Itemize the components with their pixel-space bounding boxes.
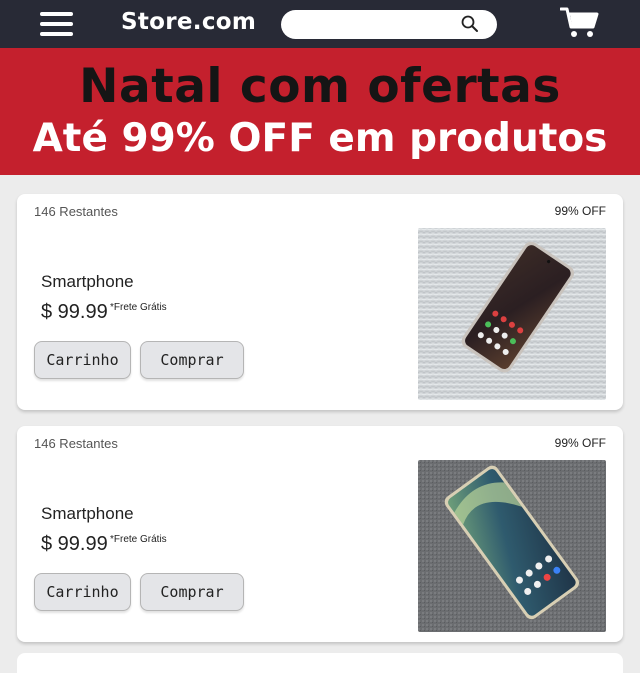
product-name: Smartphone: [41, 272, 134, 291]
product-image[interactable]: [418, 460, 606, 632]
free-shipping-note: *Frete Grátis: [110, 302, 167, 313]
top-nav-bar: Store.com: [0, 0, 640, 48]
stock-remaining: 146 Restantes: [34, 204, 118, 219]
banner-title: Natal com ofertas: [79, 59, 561, 114]
banner-subtitle: Até 99% OFF em produtos: [32, 116, 608, 161]
search-icon[interactable]: [460, 14, 480, 34]
product-card: 146 Restantes 99% OFF Smartphone $ 99.99…: [17, 426, 623, 642]
discount-badge: 99% OFF: [554, 204, 606, 218]
buy-button[interactable]: Comprar: [140, 341, 244, 379]
promo-banner: Natal com ofertas Até 99% OFF em produto…: [0, 48, 640, 175]
product-price: $ 99.99: [41, 301, 108, 323]
stock-remaining: 146 Restantes: [34, 436, 118, 451]
buy-button[interactable]: Comprar: [140, 573, 244, 611]
product-card-partial: [17, 653, 623, 673]
shopping-cart-icon[interactable]: [560, 6, 600, 40]
product-card: 146 Restantes 99% OFF Smartphone $ 99.99…: [17, 194, 623, 410]
brand-logo[interactable]: Store.com: [121, 9, 256, 35]
product-price: $ 99.99: [41, 533, 108, 555]
product-name: Smartphone: [41, 504, 134, 523]
hamburger-menu-icon[interactable]: [40, 12, 73, 36]
add-to-cart-button[interactable]: Carrinho: [34, 573, 131, 611]
add-to-cart-button[interactable]: Carrinho: [34, 341, 131, 379]
product-image[interactable]: [418, 228, 606, 400]
discount-badge: 99% OFF: [554, 436, 606, 450]
free-shipping-note: *Frete Grátis: [110, 534, 167, 545]
